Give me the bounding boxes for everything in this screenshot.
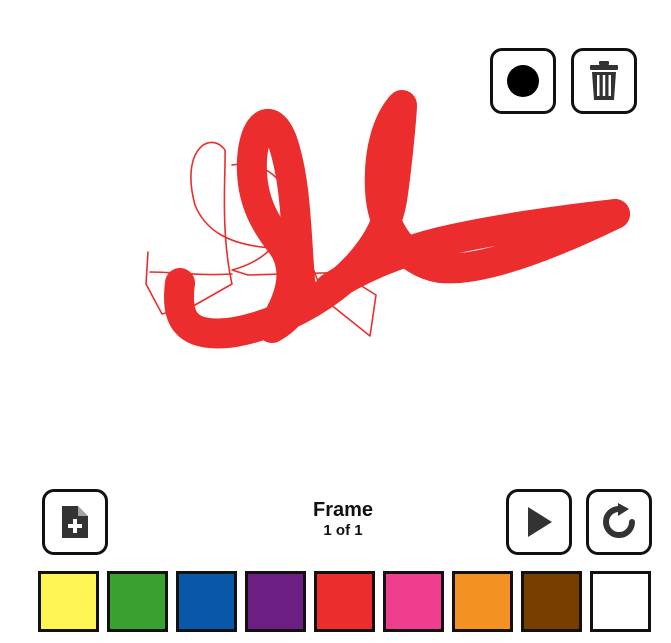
color-swatch-pink[interactable] <box>383 571 444 632</box>
thick-stroke-left <box>236 109 316 343</box>
clear-canvas-button[interactable] <box>571 48 637 114</box>
color-swatch-red[interactable] <box>314 571 375 632</box>
frame-title: Frame <box>312 499 374 521</box>
color-swatch-brown[interactable] <box>521 571 582 632</box>
color-swatch-purple[interactable] <box>245 571 306 632</box>
color-swatch-blue[interactable] <box>176 571 237 632</box>
frame-indicator: Frame 1 of 1 <box>270 498 416 540</box>
play-button[interactable] <box>506 489 572 555</box>
new-frame-button[interactable] <box>42 489 108 555</box>
loop-icon <box>603 503 635 538</box>
frame-count: 1 of 1 <box>323 522 363 539</box>
color-swatch-white[interactable] <box>590 571 651 632</box>
trash-icon <box>590 61 618 100</box>
color-swatch-orange[interactable] <box>452 571 513 632</box>
thick-brush-strokes <box>164 90 630 349</box>
color-swatch-yellow[interactable] <box>38 571 99 632</box>
loop-button[interactable] <box>586 489 652 555</box>
brush-dot-icon <box>507 65 539 97</box>
brush-size-button[interactable] <box>490 48 556 114</box>
color-swatch-green[interactable] <box>107 571 168 632</box>
play-icon <box>528 507 552 537</box>
new-frame-icon <box>62 506 88 538</box>
